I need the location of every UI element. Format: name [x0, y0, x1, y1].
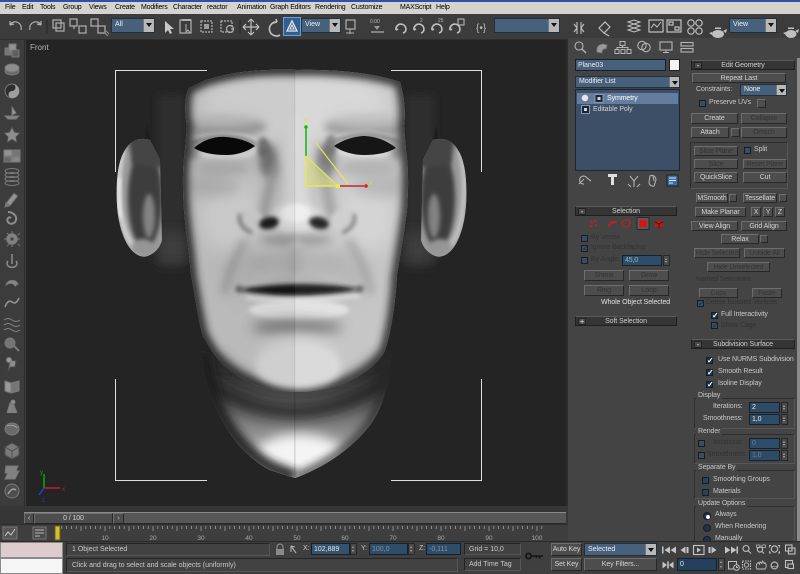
svg-text:x: x [369, 181, 372, 187]
svg-text:y: y [40, 470, 43, 476]
svg-text:z: z [42, 498, 45, 504]
svg-text:x: x [62, 487, 65, 493]
svg-text:{•}: {•} [476, 23, 487, 34]
svg-text:y: y [304, 118, 307, 124]
svg-text:25: 25 [438, 18, 444, 24]
svg-text:2: 2 [420, 18, 423, 24]
svg-text:0.00: 0.00 [370, 19, 380, 25]
